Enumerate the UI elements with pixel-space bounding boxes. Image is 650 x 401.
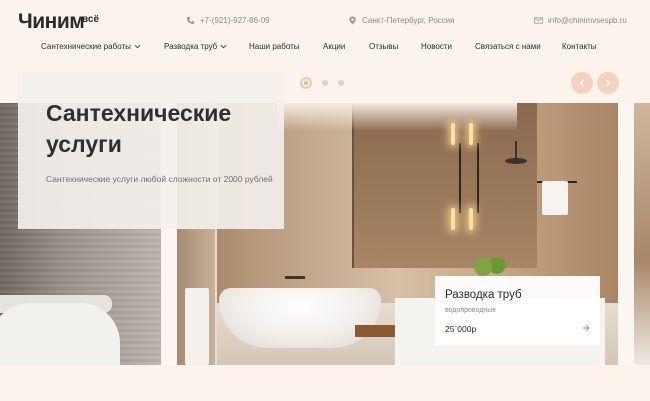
nav-label: Контакты bbox=[562, 42, 597, 51]
logo-superscript: всё bbox=[82, 14, 100, 25]
slider-dot-1[interactable] bbox=[300, 77, 312, 89]
location-contact: Санкт-Петербург, Россия bbox=[348, 16, 454, 25]
location-pin-icon bbox=[349, 16, 356, 25]
nav-label: Новости bbox=[421, 42, 452, 51]
nav-item-news[interactable]: Новости bbox=[421, 42, 452, 51]
nav-item-our-works[interactable]: Наши работы bbox=[249, 42, 300, 51]
nav-label: Сантехнические работы bbox=[41, 42, 131, 51]
slider-dot-2[interactable] bbox=[322, 80, 328, 86]
hero-subtitle: Сантехнические услуги любой сложности от… bbox=[46, 174, 273, 184]
chevron-down-icon bbox=[220, 44, 227, 49]
slider-prev-button[interactable] bbox=[571, 72, 593, 94]
phone-contact[interactable]: +7-(921)-927-86-09 bbox=[186, 16, 270, 25]
mail-icon bbox=[534, 17, 543, 24]
nav-label: Разводка труб bbox=[164, 42, 218, 51]
slider-dot-3[interactable] bbox=[338, 80, 344, 86]
hero-card: Сантехнические услуги Сантехнические усл… bbox=[18, 72, 284, 229]
logo[interactable]: Чиним bbox=[18, 10, 85, 34]
footer-strip bbox=[0, 365, 650, 401]
nav-item-reviews[interactable]: Отзывы bbox=[369, 42, 398, 51]
product-title: Разводка труб bbox=[445, 289, 522, 301]
chevron-right-icon bbox=[606, 79, 611, 87]
slider-next-button[interactable] bbox=[597, 72, 619, 94]
main-nav: Сантехнические работы Разводка труб Наши… bbox=[0, 42, 650, 56]
nav-item-contacts[interactable]: Контакты bbox=[562, 42, 597, 51]
phone-number: +7-(921)-927-86-09 bbox=[200, 16, 270, 25]
city-label: Санкт-Петербург, Россия bbox=[362, 16, 455, 25]
chevron-down-icon bbox=[134, 44, 141, 49]
product-card[interactable]: Разводка труб водопроводных 25`000р bbox=[435, 276, 600, 345]
email-contact[interactable]: info@chinimvsespb.ru bbox=[534, 16, 627, 25]
slider-dots bbox=[300, 77, 344, 89]
phone-icon bbox=[186, 16, 195, 25]
nav-label: Акции bbox=[323, 42, 346, 51]
logo-text: Чиним bbox=[18, 10, 85, 33]
chevron-left-icon bbox=[579, 79, 584, 87]
nav-label: Отзывы bbox=[369, 42, 399, 51]
nav-label: Наши работы bbox=[249, 42, 300, 51]
nav-label: Связаться с нами bbox=[475, 42, 541, 51]
arrow-right-icon[interactable] bbox=[582, 324, 590, 332]
product-price: 25`000р bbox=[445, 324, 477, 334]
slide-image-next bbox=[634, 103, 650, 365]
nav-item-promotions[interactable]: Акции bbox=[323, 42, 345, 51]
hero-title: Сантехнические услуги bbox=[46, 100, 232, 157]
product-subtitle: водопроводных bbox=[445, 307, 496, 314]
nav-item-pipe-routing[interactable]: Разводка труб bbox=[164, 42, 227, 51]
nav-item-plumbing-works[interactable]: Сантехнические работы bbox=[41, 42, 141, 51]
email-address: info@chinimvsespb.ru bbox=[548, 16, 627, 25]
nav-item-contact-us[interactable]: Связаться с нами bbox=[475, 42, 541, 51]
